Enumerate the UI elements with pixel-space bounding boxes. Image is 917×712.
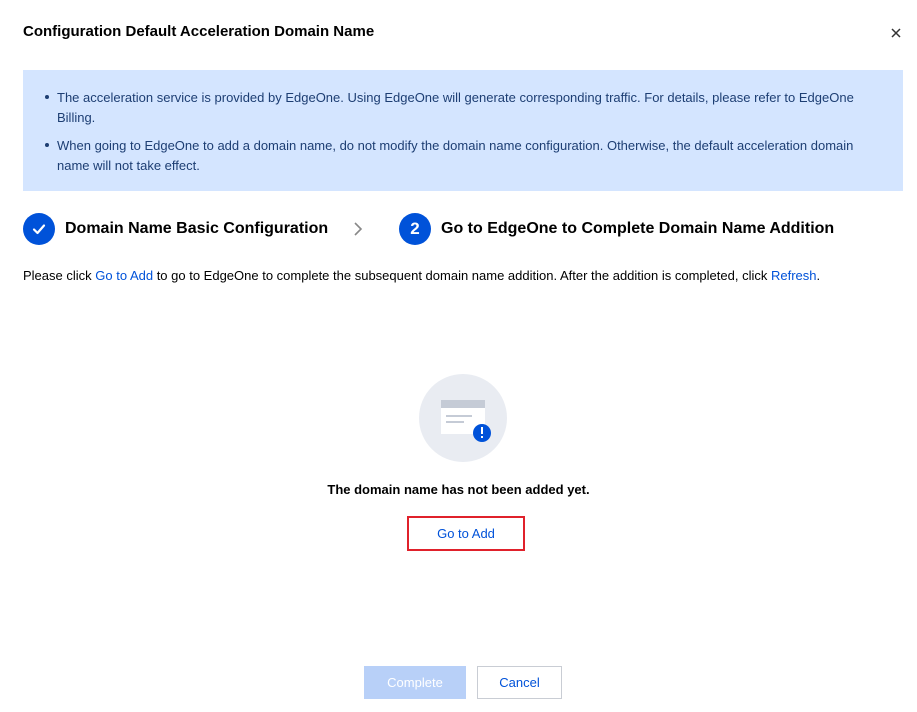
- dialog-title: Configuration Default Acceleration Domai…: [23, 23, 375, 40]
- step-2-number: 2: [399, 213, 431, 245]
- bullet-icon: [45, 95, 49, 99]
- chevron-right-icon: [354, 222, 363, 236]
- notice-text: When going to EdgeOne to add a domain na…: [57, 138, 854, 173]
- notice-item: When going to EdgeOne to add a domain na…: [45, 136, 873, 176]
- notice-text: The acceleration service is provided by …: [57, 90, 854, 125]
- bullet-icon: [45, 143, 49, 147]
- check-icon: [23, 213, 55, 245]
- close-icon[interactable]: [889, 26, 903, 40]
- go-to-add-button[interactable]: Go to Add: [407, 516, 525, 551]
- notice-banner: The acceleration service is provided by …: [23, 70, 903, 191]
- instruction-part: Please click: [23, 268, 96, 283]
- go-to-add-link[interactable]: Go to Add: [95, 268, 153, 283]
- step-1-label: Domain Name Basic Configuration: [65, 220, 329, 237]
- empty-state-message: The domain name has not been added yet.: [327, 482, 590, 497]
- refresh-link[interactable]: Refresh: [771, 268, 817, 283]
- stepper: Domain Name Basic Configuration 2 Go to …: [23, 213, 903, 245]
- instruction-part: to go to EdgeOne to complete the subsequ…: [153, 268, 771, 283]
- document-warning-icon: [419, 374, 507, 462]
- instruction-part: .: [816, 268, 821, 283]
- complete-button[interactable]: Complete: [364, 666, 466, 699]
- instruction-text: Please click Go to Add to go to EdgeOne …: [23, 268, 820, 283]
- notice-item: The acceleration service is provided by …: [45, 88, 873, 128]
- step-2-label: Go to EdgeOne to Complete Domain Name Ad…: [441, 220, 835, 237]
- cancel-button[interactable]: Cancel: [477, 666, 562, 699]
